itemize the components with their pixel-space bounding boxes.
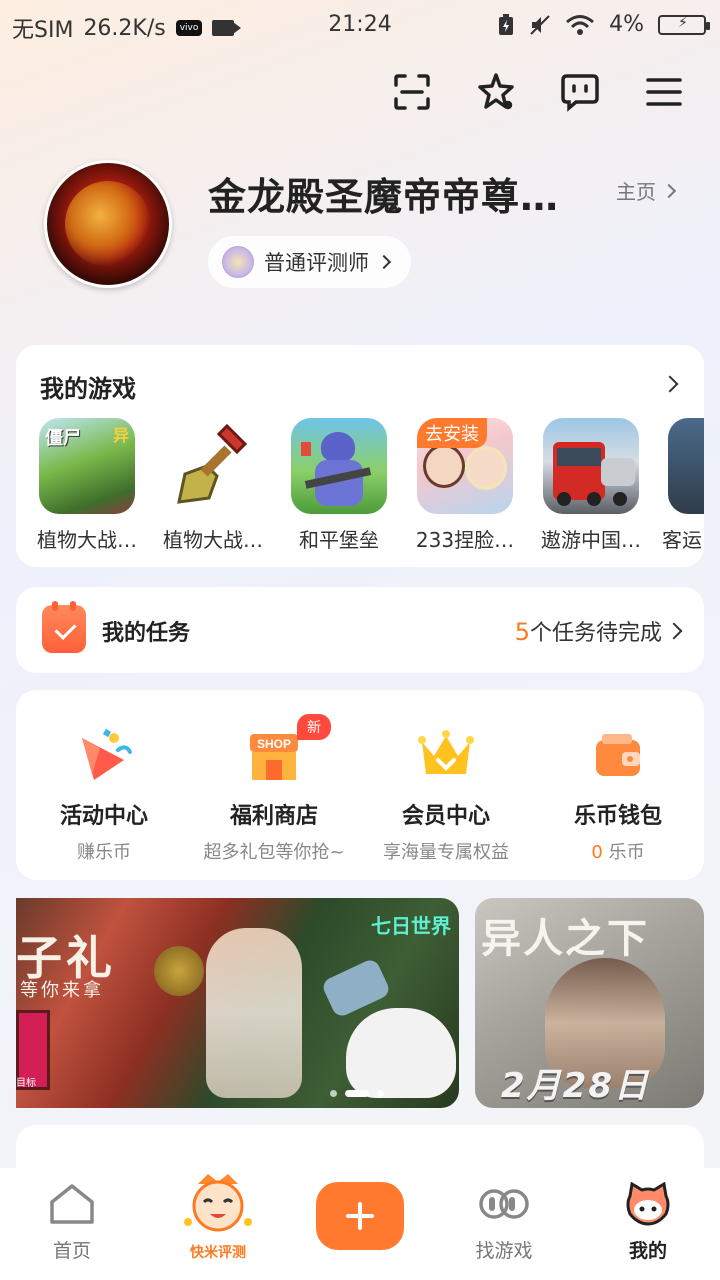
carousel-dot-active	[345, 1090, 369, 1097]
banner-subtitle: 等你来拿	[20, 980, 104, 1001]
banner-side-date: 2月28日	[501, 1066, 650, 1106]
badge-avatar-icon	[220, 244, 256, 280]
tab-me-label: 我的	[628, 1240, 667, 1262]
game-name: 植物大战…	[37, 528, 137, 552]
carousel-dots	[330, 1090, 384, 1097]
home-icon	[50, 1184, 94, 1224]
game-icon: 僵尸 异	[39, 418, 135, 514]
coin-balance: 0	[591, 842, 603, 863]
character-image	[206, 928, 302, 1098]
task-status: 5个任务待完成	[515, 615, 662, 647]
game-item[interactable]: 僵尸 异 植物大战…	[24, 418, 150, 553]
tab-home[interactable]: 首页	[12, 1182, 132, 1263]
member-center-button[interactable]: 会员中心 享海量专属权益	[360, 726, 532, 864]
battery-saver-icon	[499, 13, 514, 35]
coin-unit: 乐币	[608, 842, 645, 863]
coin-wallet-button[interactable]: 乐币钱包 0 乐币	[532, 726, 704, 864]
my-games-more-icon[interactable]	[661, 375, 679, 393]
shop-sign-text: SHOP	[257, 737, 291, 751]
carousel-dot	[330, 1090, 337, 1097]
member-center-title: 会员中心	[401, 804, 490, 829]
party-popper-icon	[74, 726, 134, 786]
install-tag: 去安装	[417, 418, 487, 448]
game-icon	[543, 418, 639, 514]
activity-center-title: 活动中心	[59, 804, 148, 829]
banner-brand: 七日世界	[371, 914, 451, 938]
game-item[interactable]: 植物大战…	[150, 418, 276, 553]
tab-find-games-label: 找游戏	[475, 1240, 533, 1262]
game-name: 植物大战…	[163, 528, 263, 552]
battery-icon: ⚡	[658, 14, 710, 35]
tab-home-label: 首页	[52, 1240, 91, 1262]
welfare-shop-title: 福利商店	[229, 804, 318, 829]
calendar-check-icon	[42, 601, 86, 653]
game-item[interactable]: 遨游中国…	[528, 418, 654, 553]
game-item[interactable]: 客运	[654, 418, 704, 553]
game-item[interactable]: 去安装 233捏脸…	[402, 418, 528, 553]
message-icon[interactable]	[558, 70, 602, 114]
game-icon	[291, 418, 387, 514]
mute-icon	[530, 14, 550, 35]
home-link-label: 主页	[616, 180, 656, 204]
mascot-icon	[184, 1174, 252, 1232]
game-item[interactable]: 和平堡垒	[276, 418, 402, 553]
find-games-icon	[479, 1189, 529, 1219]
coin-wallet-title: 乐币钱包	[573, 804, 662, 829]
carousel-dot	[377, 1090, 384, 1097]
status-bar: 无SIM 26.2K/s vivo 21:24 4% ⚡	[0, 0, 720, 50]
create-post-button[interactable]	[316, 1182, 404, 1250]
shovel-icon	[165, 418, 261, 514]
me-icon	[626, 1181, 670, 1226]
chevron-right-icon	[665, 622, 683, 640]
crown-icon	[416, 726, 476, 786]
welfare-shop-sub: 超多礼包等你抢~	[203, 842, 345, 863]
promo-banner-next[interactable]: 异人之下 2月28日	[475, 898, 704, 1108]
tab-me[interactable]: 我的	[588, 1181, 708, 1263]
task-status-label: 个任务待完成	[529, 621, 662, 646]
game-name: 客运	[662, 528, 702, 552]
tab-find-games[interactable]: 找游戏	[444, 1182, 564, 1263]
ghost-image	[346, 1008, 456, 1098]
game-icon	[668, 418, 704, 514]
task-count: 5	[514, 618, 530, 646]
scan-icon[interactable]	[390, 70, 434, 114]
member-center-sub: 享海量专属权益	[383, 842, 509, 863]
shop-icon: SHOP	[244, 726, 304, 786]
star-icon[interactable]	[474, 70, 518, 114]
avatar[interactable]	[44, 160, 172, 288]
my-tasks-card[interactable]: 我的任务 5个任务待完成	[16, 587, 704, 673]
chevron-right-icon	[661, 183, 677, 198]
battery-percent: 4%	[609, 12, 644, 37]
function-grid-card: 活动中心 赚乐币 SHOP 福利商店 超多礼包等你抢~ 新 会员中心 享海量专属…	[16, 690, 704, 880]
chevron-right-icon	[376, 254, 392, 270]
username: 金龙殿圣魔帝帝尊…	[208, 175, 560, 219]
game-name: 233捏脸…	[415, 528, 515, 552]
bottom-tab-bar: 首页 快米评测 找游戏 我的	[0, 1168, 720, 1280]
my-games-title: 我的游戏	[40, 375, 136, 403]
game-name: 和平堡垒	[299, 528, 379, 552]
wifi-icon	[566, 14, 595, 35]
coin-wallet-sub: 0 乐币	[532, 838, 704, 864]
banner-side-text: 目标	[16, 1078, 36, 1089]
new-badge: 新	[297, 714, 331, 740]
wallet-icon	[588, 726, 648, 786]
menu-icon[interactable]	[642, 70, 686, 114]
mascot-text: 快米评测	[190, 1245, 246, 1261]
badge-label: 普通评测师	[264, 251, 369, 275]
my-tasks-title: 我的任务	[102, 621, 191, 646]
game-name: 遨游中国…	[541, 528, 641, 552]
activity-center-sub: 赚乐币	[77, 842, 131, 863]
fruit-bowl-image	[154, 946, 204, 996]
mascot-tab[interactable]: 快米评测	[178, 1172, 258, 1264]
promo-banner[interactable]: 子礼 等你来拿 七日世界 目标	[16, 898, 459, 1108]
home-link[interactable]: 主页	[616, 176, 677, 205]
my-games-card: 我的游戏 僵尸 异 植物大战… 植物大战… 和平堡垒 去安装 233捏脸… 遨游…	[16, 345, 704, 567]
reviewer-badge-button[interactable]: 普通评测师	[208, 236, 411, 288]
game-icon: 去安装	[417, 418, 513, 514]
activity-center-button[interactable]: 活动中心 赚乐币	[18, 726, 190, 864]
banner-side-title: 异人之下	[481, 916, 649, 962]
welfare-shop-button[interactable]: SHOP 福利商店 超多礼包等你抢~	[188, 726, 360, 864]
